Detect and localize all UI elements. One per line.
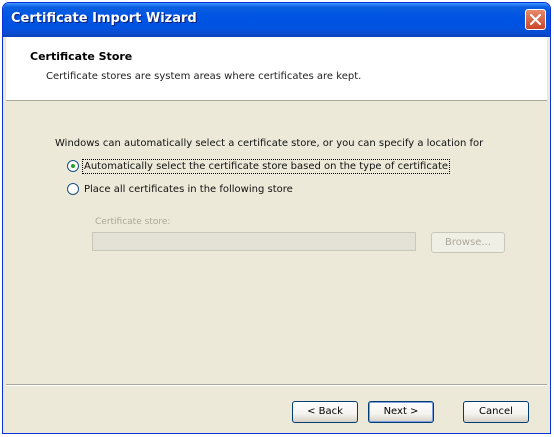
wizard-content: Windows can automatically select a certi…	[3, 101, 550, 381]
wizard-header: Certificate Store Certificate stores are…	[6, 37, 547, 101]
place-in-store-option[interactable]: Place all certificates in the following …	[67, 183, 293, 195]
auto-select-radio[interactable]	[67, 160, 79, 172]
next-button[interactable]: Next >	[368, 401, 434, 423]
footer-divider	[6, 384, 547, 386]
place-in-store-radio[interactable]	[67, 183, 79, 195]
certificate-store-field	[92, 232, 416, 251]
window-title: Certificate Import Wizard	[11, 11, 197, 26]
description-text: Windows can automatically select a certi…	[55, 138, 484, 149]
title-bar[interactable]: Certificate Import Wizard	[3, 3, 550, 37]
close-icon	[530, 14, 541, 25]
place-in-store-label[interactable]: Place all certificates in the following …	[84, 184, 293, 195]
auto-select-store-option[interactable]: Automatically select the certificate sto…	[67, 158, 451, 174]
back-button[interactable]: < Back	[292, 401, 358, 423]
page-title: Certificate Store	[30, 50, 133, 63]
browse-button: Browse...	[431, 232, 505, 253]
page-subtitle: Certificate stores are system areas wher…	[46, 71, 362, 82]
auto-select-label[interactable]: Automatically select the certificate sto…	[81, 158, 451, 174]
certificate-store-label: Certificate store:	[95, 217, 171, 227]
certificate-import-wizard-window: Certificate Import Wizard Certificate St…	[2, 2, 551, 434]
cancel-button[interactable]: Cancel	[463, 401, 529, 423]
close-button[interactable]	[525, 9, 546, 30]
